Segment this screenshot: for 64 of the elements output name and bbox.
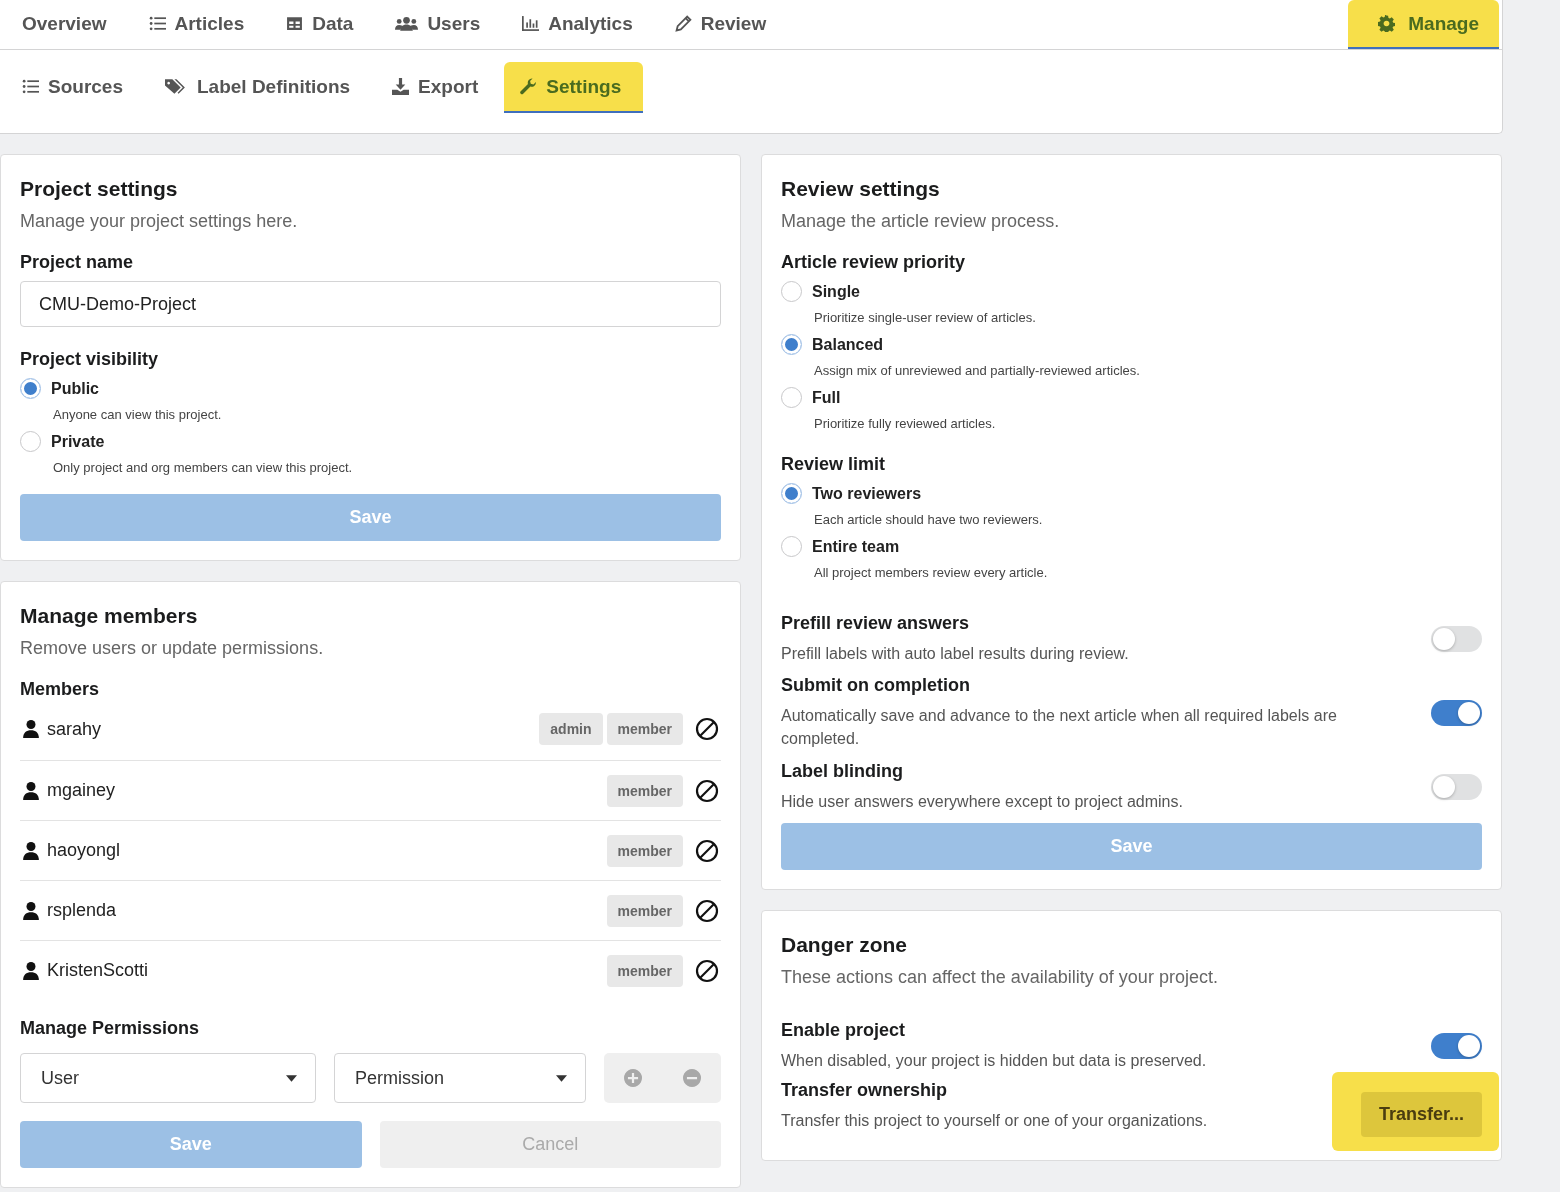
setting-description: Automatically save and advance to the next article when all required labels are completed. — [781, 706, 1338, 750]
role-tag: member — [606, 774, 683, 807]
option-description: Prioritize fully reviewed articles. — [814, 416, 997, 431]
option-label: Entire team — [812, 537, 900, 556]
card-title: Manage members — [20, 604, 199, 628]
section-label: Manage Permissions — [20, 1018, 201, 1039]
member-name: rsplenda — [47, 900, 117, 921]
sub-nav-tab[interactable]: Label Definitions — [149, 62, 373, 113]
card-subtitle: Remove users or update permissions. — [20, 638, 325, 659]
field-label: Review limit — [781, 454, 887, 475]
card-title: Danger zone — [781, 932, 909, 957]
field-label: Project visibility — [20, 349, 160, 370]
member-name: sarahy — [47, 718, 102, 740]
sub-nav-tab[interactable]: Sources — [6, 62, 145, 113]
role-tag: member — [606, 894, 683, 927]
role-tag: member — [606, 713, 683, 745]
setting-title: Prefill review answers — [781, 613, 971, 634]
setting-title: Transfer ownership — [781, 1080, 949, 1102]
nav-tab[interactable]: Articles — [132, 0, 267, 49]
nav-tab[interactable]: Review — [658, 0, 789, 49]
option-label: Single — [812, 282, 860, 301]
option-description: Assign mix of unreviewed and partially-reviewed articles. — [814, 363, 1141, 378]
nav-tab[interactable]: Users — [379, 0, 503, 49]
section-label: Members — [20, 679, 101, 700]
setting-title: Submit on completion — [781, 675, 971, 697]
card-subtitle: Manage the article review process. — [781, 211, 1061, 232]
sub-nav-tab[interactable]: Settings — [504, 62, 644, 113]
option-label: Balanced — [812, 335, 884, 354]
setting-description: Prefill labels with auto label results during review. — [781, 644, 1130, 664]
option-label: Two reviewers — [812, 484, 922, 503]
setting-description: Hide user answers everywhere except to project admins. — [781, 791, 1184, 812]
option-description: Each article should have two reviewers. — [814, 512, 1044, 527]
option-label: Full — [812, 388, 841, 407]
role-tag: admin — [539, 713, 603, 745]
transfer-button[interactable]: Transfer... — [1360, 1091, 1482, 1137]
setting-description: Transfer this project to yourself or one of your organizations. — [781, 1111, 1209, 1132]
member-name: haoyongl — [47, 840, 121, 861]
option-label: Public — [51, 379, 99, 398]
member-name: KristenScotti — [47, 960, 149, 981]
field-label: Project name — [20, 252, 135, 273]
sub-nav-tab[interactable]: Export — [376, 62, 501, 113]
project-name-field[interactable]: CMU-Demo-Project — [20, 281, 721, 327]
role-tag: member — [606, 834, 683, 867]
permission-dropdown[interactable]: Permission — [334, 1053, 586, 1103]
field-label: Article review priority — [781, 252, 967, 273]
option-description: Anyone can view this project. — [53, 407, 223, 422]
user-dropdown[interactable]: User — [20, 1053, 316, 1103]
card-title: Review settings — [781, 177, 941, 201]
option-description: Only project and org members can view this project. — [53, 460, 354, 475]
card-subtitle: These actions can affect the availability of your project. — [781, 966, 1219, 988]
option-label: Private — [51, 432, 105, 451]
card-title: Project settings — [20, 177, 179, 201]
nav-tab[interactable]: Overview — [6, 0, 129, 49]
card-subtitle: Manage your project settings here. — [20, 211, 299, 232]
option-description: Prioritize single-user review of articles. — [814, 310, 1037, 325]
nav-tab[interactable]: Analytics — [506, 0, 655, 49]
setting-description: When disabled, your project is hidden but data is preserved. — [781, 1050, 1208, 1071]
setting-title: Enable project — [781, 1019, 907, 1041]
setting-title: Label blinding — [781, 760, 904, 782]
role-tag: member — [606, 954, 683, 987]
member-name: mgainey — [47, 780, 116, 801]
option-description: All project members review every article. — [814, 565, 1049, 580]
nav-tab[interactable]: Data — [270, 0, 376, 49]
manage-tab[interactable]: Manage — [1348, 0, 1499, 49]
